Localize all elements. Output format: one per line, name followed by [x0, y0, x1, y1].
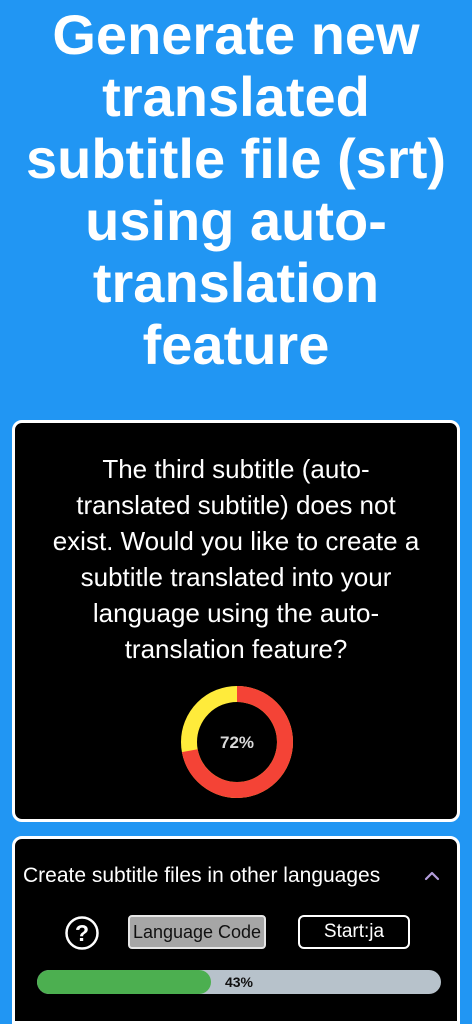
title-line: translated — [102, 65, 370, 128]
message-line: translation feature? — [124, 634, 348, 664]
page-title: Generate new translated subtitle file (s… — [0, 0, 472, 376]
help-icon[interactable]: ? — [64, 915, 100, 951]
message-line: language using the auto- — [92, 598, 380, 628]
progress-label: 43% — [224, 974, 254, 990]
title-line: feature — [142, 313, 330, 376]
message-line: exist. Would you like to create a — [52, 526, 420, 556]
progress-donut: 72% — [181, 686, 293, 798]
message-line: subtitle translated into your — [80, 562, 392, 592]
language-panel-title: Create subtitle files in other languages — [23, 864, 381, 887]
message-line: translated subtitle) does not — [76, 490, 396, 520]
translation-dialog: The third subtitle (auto- translated sub… — [12, 420, 460, 822]
translation-progress-bar: 43% — [37, 970, 441, 994]
title-line: using auto- — [85, 189, 387, 252]
language-panel: Create subtitle files in other languages… — [12, 836, 460, 1024]
title-line: subtitle file (srt) — [25, 127, 447, 190]
title-line: Generate new — [52, 3, 420, 66]
donut-label: 72% — [220, 733, 254, 752]
language-code-button[interactable]: Language Code — [128, 915, 266, 949]
language-panel-header[interactable]: Create subtitle files in other languages — [23, 861, 443, 891]
dialog-message: The third subtitle (auto- translated sub… — [35, 451, 437, 667]
message-line: The third subtitle (auto- — [102, 454, 370, 484]
start-button[interactable]: Start:ja — [298, 915, 410, 949]
chevron-up-icon[interactable] — [421, 865, 443, 887]
svg-text:?: ? — [75, 920, 89, 946]
title-line: translation — [92, 251, 380, 314]
